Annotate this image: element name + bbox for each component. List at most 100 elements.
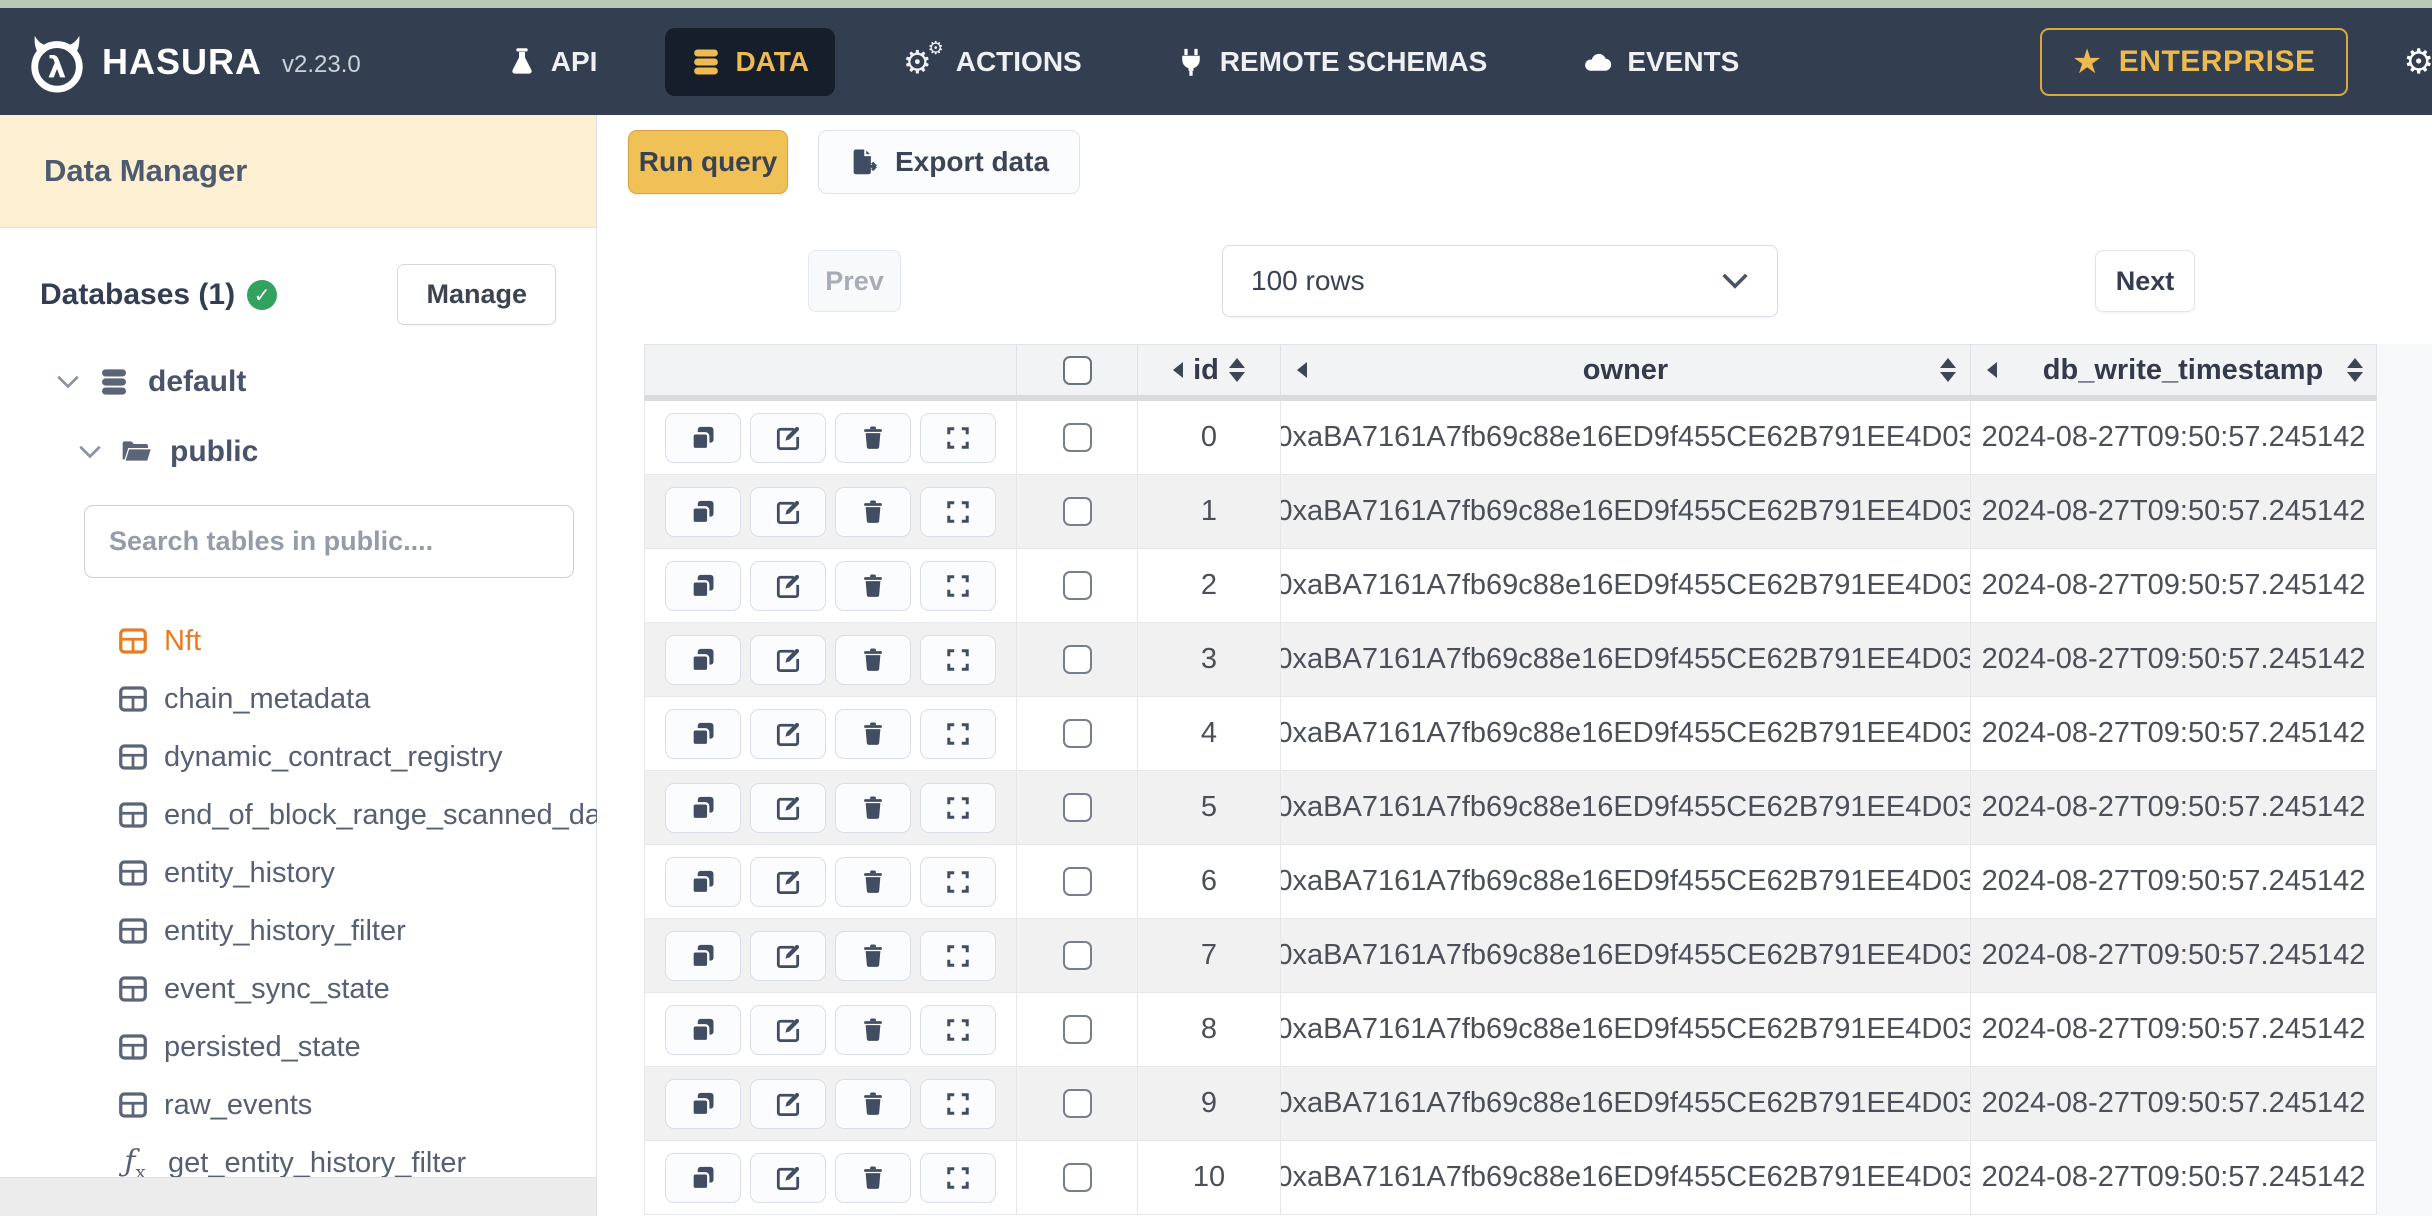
sidebar-table-item[interactable]: raw_events — [0, 1076, 596, 1134]
export-data-button[interactable]: Export data — [818, 130, 1081, 194]
delete-row-button[interactable] — [835, 634, 911, 685]
nav-item-data[interactable]: DATA — [665, 27, 836, 96]
expand-row-button[interactable] — [920, 634, 996, 685]
delete-row-button[interactable] — [835, 708, 911, 759]
edit-row-button[interactable] — [750, 1078, 826, 1129]
expand-row-button[interactable] — [920, 1152, 996, 1203]
clone-row-button[interactable] — [665, 930, 741, 981]
edit-row-button[interactable] — [750, 486, 826, 537]
chevron-down-icon[interactable] — [56, 374, 80, 390]
clone-row-button[interactable] — [665, 486, 741, 537]
collapse-column-icon[interactable] — [1987, 362, 1997, 378]
edit-row-button[interactable] — [750, 412, 826, 463]
chevron-down-icon[interactable] — [78, 444, 102, 460]
delete-row-button[interactable] — [835, 782, 911, 833]
tree-node-schema[interactable]: public — [0, 435, 596, 469]
settings-gear-icon[interactable]: ⚙ — [2404, 42, 2432, 82]
collapse-column-icon[interactable] — [1297, 362, 1307, 378]
enterprise-button[interactable]: ★ ENTERPRISE — [2039, 27, 2348, 96]
sidebar-table-item[interactable]: entity_history — [0, 844, 596, 902]
delete-row-button[interactable] — [835, 856, 911, 907]
nav-item-remote-schemas[interactable]: REMOTE SCHEMAS — [1150, 28, 1514, 96]
clone-row-button[interactable] — [665, 708, 741, 759]
clone-row-button[interactable] — [665, 412, 741, 463]
next-page-button[interactable]: Next — [2095, 250, 2195, 312]
edit-row-button[interactable] — [750, 1004, 826, 1055]
edit-row-button[interactable] — [750, 856, 826, 907]
clone-row-button[interactable] — [665, 856, 741, 907]
nav-item-api[interactable]: API — [481, 28, 624, 96]
expand-row-button[interactable] — [920, 930, 996, 981]
expand-row-button[interactable] — [920, 560, 996, 611]
sidebar-footer-scrollbar[interactable] — [0, 1177, 596, 1216]
run-query-button[interactable]: Run query — [628, 130, 788, 194]
row-checkbox[interactable] — [1062, 645, 1092, 674]
sort-icon[interactable] — [1940, 358, 1956, 382]
clone-row-button[interactable] — [665, 1004, 741, 1055]
row-checkbox[interactable] — [1062, 497, 1092, 526]
search-input[interactable] — [84, 505, 574, 578]
copy-icon — [691, 722, 714, 746]
clone-row-button[interactable] — [665, 782, 741, 833]
clone-row-button[interactable] — [665, 634, 741, 685]
sidebar-table-item[interactable]: Nft — [0, 612, 596, 670]
edit-row-button[interactable] — [750, 782, 826, 833]
row-checkbox[interactable] — [1062, 1015, 1092, 1044]
clone-row-button[interactable] — [665, 560, 741, 611]
grid-header-id[interactable]: id — [1138, 345, 1281, 395]
row-checkbox[interactable] — [1062, 571, 1092, 600]
expand-row-button[interactable] — [920, 856, 996, 907]
prev-page-button[interactable]: Prev — [808, 250, 901, 312]
row-checkbox[interactable] — [1062, 867, 1092, 896]
delete-row-button[interactable] — [835, 560, 911, 611]
edit-row-button[interactable] — [750, 930, 826, 981]
row-checkbox[interactable] — [1062, 793, 1092, 822]
grid-header-owner[interactable]: owner — [1281, 345, 1971, 395]
expand-row-button[interactable] — [920, 708, 996, 759]
row-checkbox[interactable] — [1062, 941, 1092, 970]
expand-row-button[interactable] — [920, 1004, 996, 1055]
sidebar-table-item[interactable]: end_of_block_range_scanned_data — [0, 786, 625, 844]
expand-icon — [947, 722, 969, 745]
cell-owner: 0xaBA7161A7fb69c88e16ED9f455CE62B791EE4D… — [1281, 1067, 1971, 1140]
edit-row-button[interactable] — [750, 560, 826, 611]
brand[interactable]: λ HASURA v2.23.0 — [26, 31, 361, 93]
delete-row-button[interactable] — [835, 486, 911, 537]
select-all-checkbox[interactable] — [1062, 355, 1092, 385]
clone-row-button[interactable] — [665, 1078, 741, 1129]
grid-header-db-write-timestamp[interactable]: db_write_timestamp — [1971, 345, 2377, 395]
row-checkbox[interactable] — [1062, 1089, 1092, 1118]
tree-node-database[interactable]: default — [0, 365, 596, 399]
sort-icon[interactable] — [2347, 358, 2363, 382]
sidebar-table-item[interactable]: dynamic_contract_registry — [0, 728, 596, 786]
row-checkbox[interactable] — [1062, 423, 1092, 452]
delete-row-button[interactable] — [835, 1152, 911, 1203]
table-row: 9 0xaBA7161A7fb69c88e16ED9f455CE62B791EE… — [645, 1067, 2377, 1141]
row-checkbox[interactable] — [1062, 719, 1092, 748]
edit-row-button[interactable] — [750, 634, 826, 685]
expand-row-button[interactable] — [920, 1078, 996, 1129]
delete-row-button[interactable] — [835, 1004, 911, 1055]
clone-row-button[interactable] — [665, 1152, 741, 1203]
delete-row-button[interactable] — [835, 1078, 911, 1129]
rows-per-page-select[interactable]: 100 rows — [1222, 245, 1778, 317]
expand-row-button[interactable] — [920, 486, 996, 537]
row-checkbox[interactable] — [1062, 1163, 1092, 1192]
sidebar-table-item[interactable]: event_sync_state — [0, 960, 596, 1018]
flask-icon — [512, 47, 532, 74]
sidebar-table-item[interactable]: persisted_state — [0, 1018, 596, 1076]
nav-item-events[interactable]: EVENTS — [1555, 28, 1765, 96]
table-name: raw_events — [164, 1088, 313, 1121]
expand-row-button[interactable] — [920, 412, 996, 463]
expand-row-button[interactable] — [920, 782, 996, 833]
edit-row-button[interactable] — [750, 708, 826, 759]
sort-icon[interactable] — [1228, 358, 1245, 382]
collapse-column-icon[interactable] — [1173, 362, 1184, 378]
manage-button[interactable]: Manage — [397, 264, 556, 325]
sidebar-table-item[interactable]: chain_metadata — [0, 670, 596, 728]
delete-row-button[interactable] — [835, 412, 911, 463]
sidebar-table-item[interactable]: entity_history_filter — [0, 902, 596, 960]
delete-row-button[interactable] — [835, 930, 911, 981]
edit-row-button[interactable] — [750, 1152, 826, 1203]
nav-item-actions[interactable]: ⚙ ⚙ ACTIONS — [877, 28, 1108, 96]
